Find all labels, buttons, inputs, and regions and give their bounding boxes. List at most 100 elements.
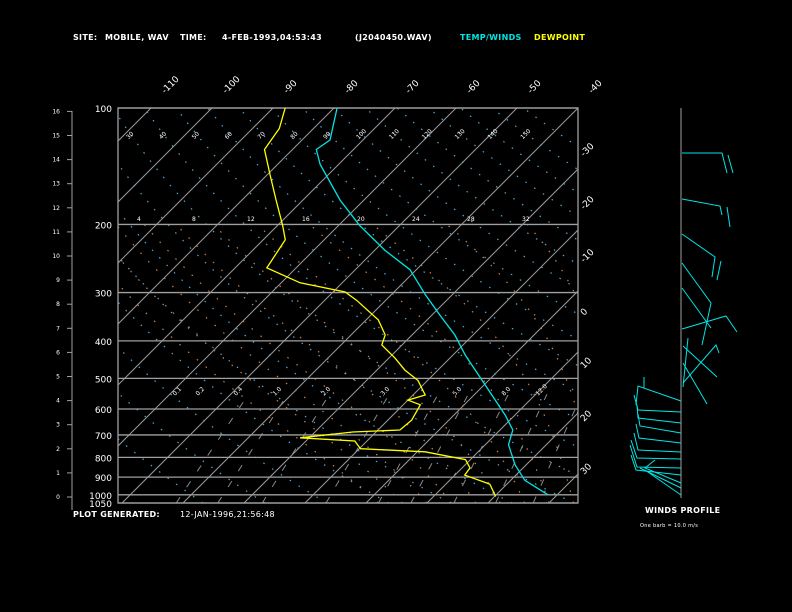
height-tick-label: 0 — [56, 494, 60, 501]
moist-adiabat-label: 32 — [522, 216, 530, 223]
moist-adiabat-label: 20 — [357, 216, 365, 223]
dry-adiabat-line — [144, 108, 578, 448]
isotherm-top-label: -90 — [282, 78, 300, 96]
wind-barb — [727, 154, 734, 174]
height-tick-label: 2 — [56, 446, 60, 453]
mixing-ratio-label: 0.1 — [171, 386, 183, 398]
dry-adiabat-line — [270, 108, 578, 341]
height-tick-label: 6 — [56, 349, 60, 356]
mixing-ratio-line — [532, 401, 578, 503]
mixing-ratio-line — [410, 394, 469, 503]
isotherm-line — [548, 473, 578, 503]
isotherm-line — [118, 108, 335, 325]
isotherm-line — [426, 351, 578, 503]
skewt-chart: 1002003004005006007008009001000105001234… — [0, 74, 792, 510]
dry-adiabat-line — [118, 209, 513, 503]
isotherm-right-label: 30 — [579, 462, 594, 477]
height-tick-label: 12 — [52, 205, 60, 212]
isotherm-line — [118, 108, 457, 447]
pressure-tick-label: 600 — [95, 406, 112, 416]
pressure-tick-label: 400 — [95, 338, 112, 348]
moist-adiabat-line — [118, 283, 379, 503]
dry-adiabat-label: 60 — [224, 130, 234, 140]
wind-barb — [681, 315, 738, 333]
isotherm-line — [118, 108, 213, 203]
wind-barb — [681, 198, 723, 216]
dry-adiabat-label: 80 — [289, 130, 299, 140]
pressure-tick-label: 500 — [95, 375, 112, 385]
moist-adiabat-label: 24 — [412, 216, 420, 223]
isotherm-right-label: 10 — [579, 356, 594, 371]
moist-adiabat-line — [175, 223, 477, 503]
mixing-ratio-label: 2.0 — [320, 386, 332, 398]
isotherm-top-label: -60 — [465, 78, 483, 96]
pressure-tick-label: 800 — [95, 454, 112, 464]
mixing-ratio-line — [453, 394, 509, 503]
mixing-ratio-label: 0.2 — [194, 386, 206, 398]
dry-adiabat-line — [118, 438, 204, 503]
moist-adiabat-line — [118, 225, 428, 503]
moist-adiabat-line — [372, 223, 574, 503]
moist-adiabat-label: 12 — [247, 216, 255, 223]
height-tick-label: 9 — [56, 277, 60, 284]
isotherm-top-label: -100 — [221, 74, 243, 96]
dry-adiabat-line — [118, 114, 578, 477]
isotherm-line — [732, 108, 792, 503]
wind-barb — [635, 385, 682, 406]
isotherm-top-label: -70 — [404, 78, 422, 96]
pressure-tick-label: 200 — [95, 221, 112, 231]
isotherm-line — [610, 108, 792, 503]
mixing-ratio-line — [217, 394, 288, 503]
isotherm-right-label: -30 — [579, 141, 597, 159]
dry-adiabat-line — [118, 255, 451, 503]
dewpoint-trace — [263, 108, 497, 497]
isotherm-top-label: -110 — [160, 74, 182, 96]
moist-adiabat-line — [309, 223, 550, 503]
pressure-tick-label: 300 — [95, 290, 112, 300]
dry-adiabat-line — [428, 108, 578, 217]
wind-barb — [644, 469, 682, 496]
isotherm-line — [365, 290, 578, 503]
height-tick-label: 4 — [56, 398, 60, 405]
dry-adiabat-line — [207, 108, 578, 393]
height-tick-label: 5 — [56, 374, 60, 381]
pressure-tick-label: 900 — [95, 474, 112, 484]
pressure-tick-label: 100 — [95, 105, 112, 115]
isotherm-top-label: -80 — [343, 78, 361, 96]
dry-adiabat-label: 110 — [388, 128, 401, 141]
height-tick-label: 13 — [52, 181, 60, 188]
isotherm-top-label: -50 — [526, 78, 544, 96]
mixing-ratio-label: 1.0 — [271, 386, 283, 398]
height-tick-label: 11 — [52, 229, 60, 236]
wind-barb — [630, 439, 682, 460]
isotherm-line — [304, 229, 578, 503]
isotherm-line — [487, 412, 578, 503]
mixing-ratio-line — [495, 394, 548, 503]
dry-adiabat-line — [118, 163, 575, 503]
wind-barb — [681, 262, 712, 346]
wind-barb — [633, 394, 682, 413]
mixing-ratio-label: 3.0 — [379, 386, 391, 398]
moist-adiabat-line — [118, 256, 404, 503]
dry-adiabat-label: 40 — [158, 130, 168, 140]
height-tick-label: 3 — [56, 422, 60, 429]
dry-adiabat-line — [175, 108, 578, 421]
dry-adiabat-label: 50 — [191, 130, 201, 140]
dry-adiabat-line — [396, 108, 578, 241]
dry-adiabat-label: 130 — [454, 128, 467, 141]
height-tick-label: 16 — [52, 108, 60, 115]
mixing-ratio-line — [378, 394, 439, 503]
isotherm-line — [182, 108, 578, 503]
height-tick-label: 15 — [52, 133, 60, 140]
dry-adiabat-line — [491, 108, 578, 171]
dry-adiabat-line — [118, 346, 328, 503]
dry-adiabat-label: 120 — [421, 128, 434, 141]
dry-adiabat-label: 150 — [519, 128, 532, 141]
isotherm-right-label: 0 — [579, 307, 590, 318]
dry-adiabat-line — [459, 108, 578, 194]
mixing-ratio-label: 8.0 — [500, 386, 512, 398]
isotherm-right-label: -10 — [579, 247, 597, 265]
isotherm-right-label: -20 — [579, 194, 597, 212]
height-tick-label: 14 — [52, 157, 60, 164]
isotherm-line — [0, 108, 29, 503]
